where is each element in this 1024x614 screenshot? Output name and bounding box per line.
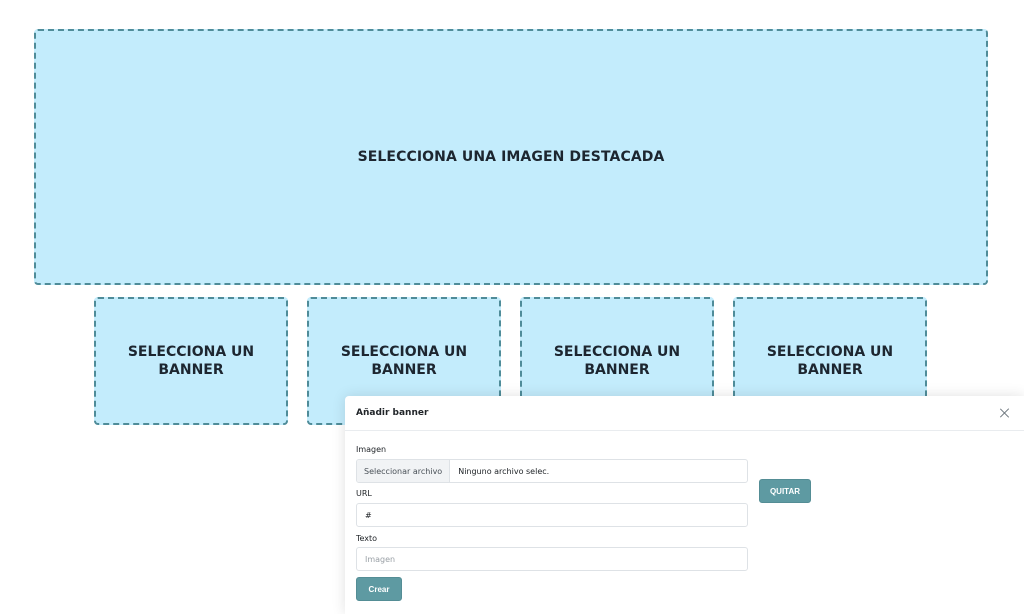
url-field-label: URL bbox=[356, 489, 372, 498]
image-field-label: Imagen bbox=[356, 445, 387, 454]
image-file-input[interactable]: Seleccionar archivo Ninguno archivo sele… bbox=[356, 459, 748, 483]
choose-file-button[interactable]: Seleccionar archivo bbox=[357, 460, 451, 482]
banner-label: SELECCIONA UN BANNER bbox=[553, 344, 681, 378]
text-input[interactable]: Imagen bbox=[356, 547, 748, 571]
url-input[interactable]: # bbox=[356, 503, 748, 527]
text-field-label: Texto bbox=[356, 534, 378, 543]
create-button[interactable]: Crear bbox=[356, 577, 402, 601]
banner-label: SELECCIONA UN BANNER bbox=[127, 344, 255, 378]
modal-header: Añadir banner bbox=[345, 396, 1024, 431]
add-banner-modal: Añadir banner Imagen QUITAR Seleccionar … bbox=[345, 396, 1024, 614]
file-name-text: Ninguno archivo selec. bbox=[458, 466, 550, 476]
remove-image-button[interactable]: QUITAR bbox=[759, 479, 811, 503]
featured-image-dropzone[interactable]: SELECCIONA UNA IMAGEN DESTACADA bbox=[34, 29, 988, 285]
banner-label: SELECCIONA UN BANNER bbox=[340, 344, 468, 378]
banner-dropzone-1[interactable]: SELECCIONA UN BANNER bbox=[94, 297, 288, 425]
featured-image-label: SELECCIONA UNA IMAGEN DESTACADA bbox=[357, 149, 665, 165]
modal-title: Añadir banner bbox=[356, 408, 429, 418]
close-icon[interactable] bbox=[998, 406, 1012, 420]
page: SELECCIONA UNA IMAGEN DESTACADA SELECCIO… bbox=[0, 0, 1024, 614]
banner-label: SELECCIONA UN BANNER bbox=[766, 344, 894, 378]
